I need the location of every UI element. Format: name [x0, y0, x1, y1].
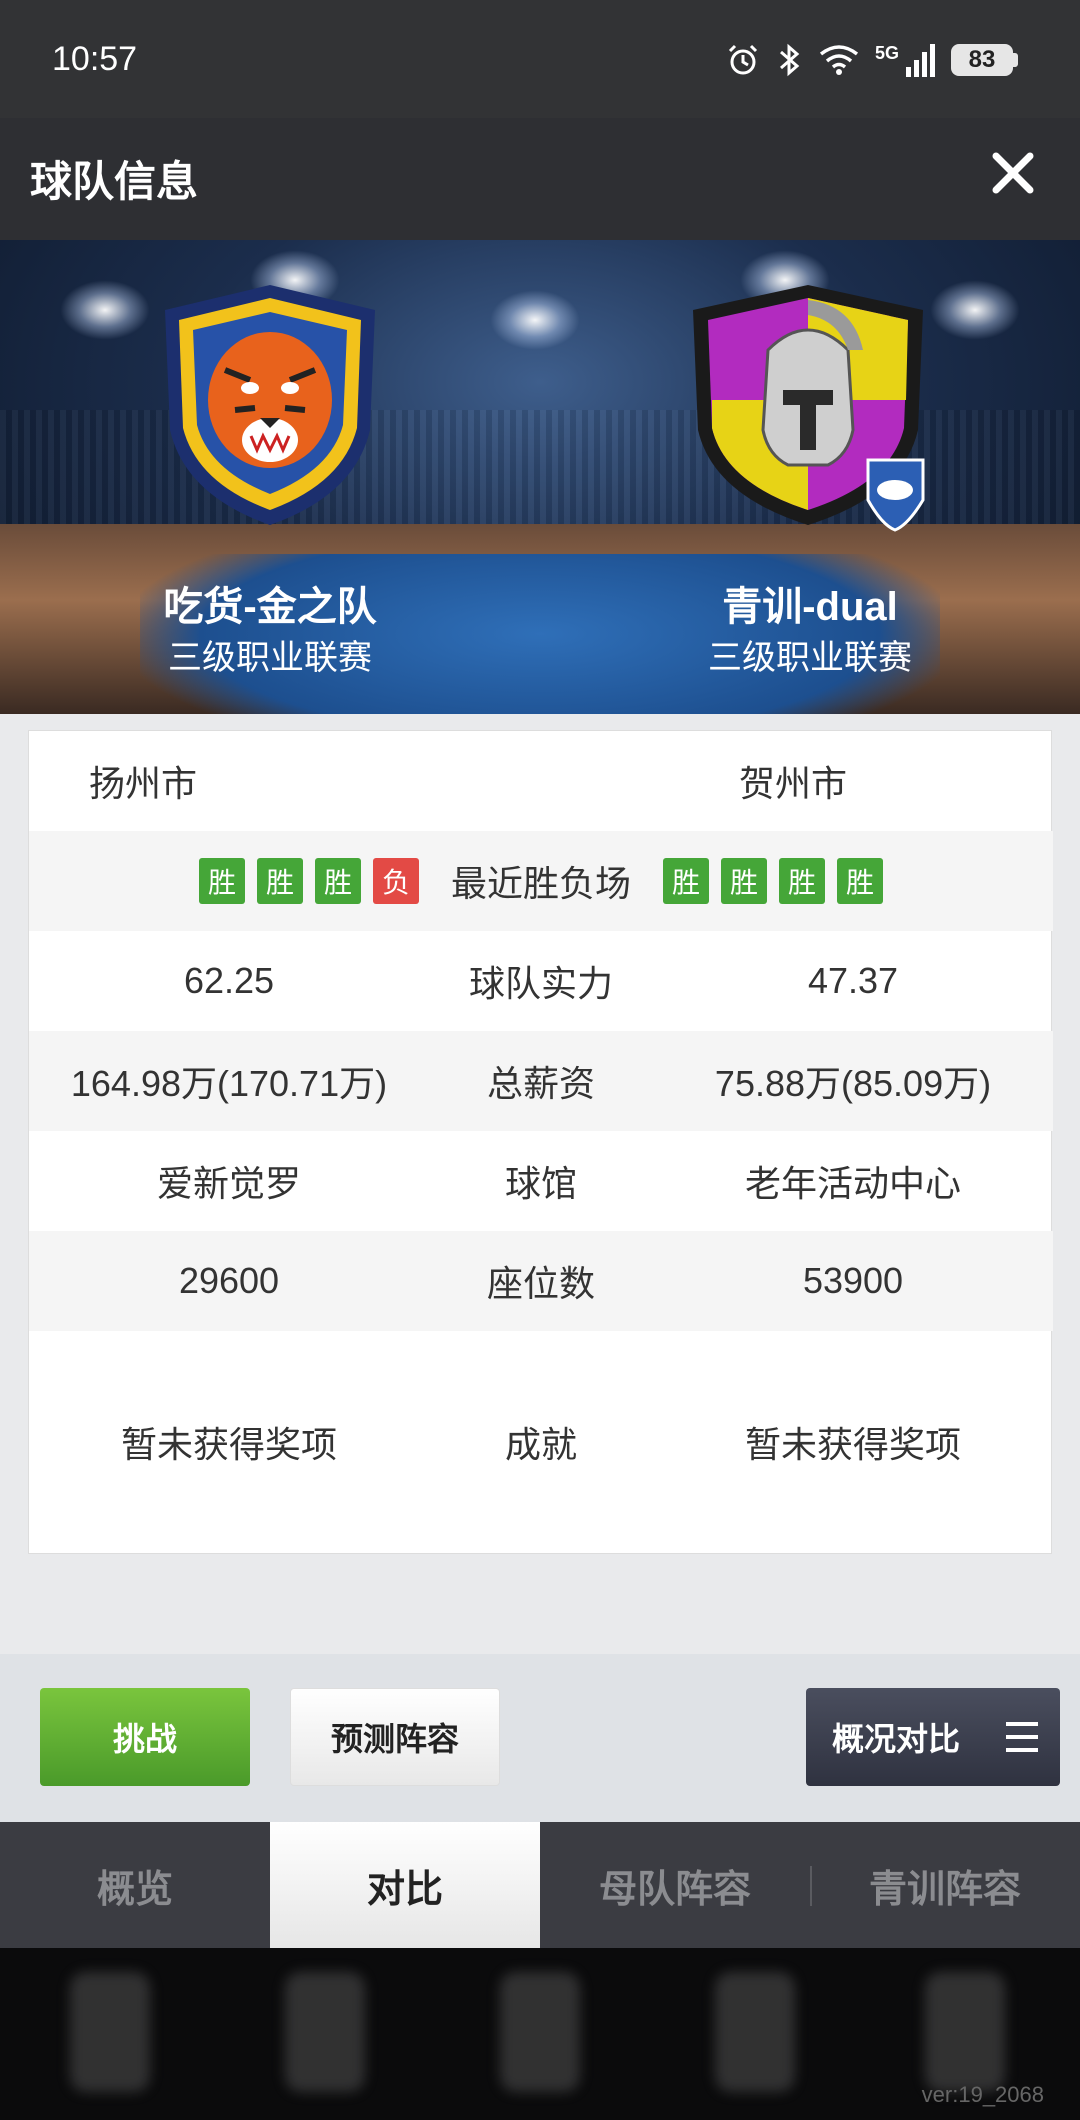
result-badge: 胜 [779, 858, 825, 904]
signal-icon [906, 44, 935, 77]
nav-item-blurred[interactable] [925, 1972, 1005, 2092]
overview-compare-button[interactable]: 概况对比 [806, 1688, 1060, 1786]
right-recent-results: 胜 胜 胜 胜 [653, 858, 1053, 904]
seats-row: 29600 座位数 53900 [29, 1231, 1053, 1331]
left-team-name: 吃货-金之队 [163, 585, 377, 629]
strength-label: 球队实力 [468, 963, 613, 1004]
strength-row: 62.25 球队实力 47.37 [29, 931, 1053, 1031]
left-achievements: 暂未获得奖项 [120, 1424, 337, 1465]
left-arena: 爱新觉罗 [156, 1163, 301, 1204]
seats-label: 座位数 [486, 1263, 595, 1304]
team-comparison-card: 扬州市 贺州市 胜 胜 胜 负 最近胜负场 胜 胜 胜 胜 62.25 球队实力… [28, 730, 1053, 1554]
close-icon[interactable] [982, 142, 1044, 204]
alarm-icon [728, 44, 758, 75]
result-badge: 胜 [315, 858, 361, 904]
challenge-button[interactable]: 挑战 [40, 1688, 250, 1786]
status-icons: 5G 83 [725, 42, 1018, 78]
battery-icon: 83 [951, 44, 1018, 76]
right-salary: 75.88万(85.09万) [714, 1063, 992, 1104]
recent-results-row: 胜 胜 胜 负 最近胜负场 胜 胜 胜 胜 [29, 831, 1053, 931]
right-city: 贺州市 [739, 763, 848, 804]
result-badge: 胜 [721, 858, 767, 904]
tab-parent-roster[interactable]: 母队阵容 [540, 1822, 810, 1948]
page-title: 球队信息 [30, 158, 199, 205]
status-bar: 10:57 5G 83 [0, 0, 1080, 118]
version-label: ver:19_2068 [921, 2082, 1044, 2107]
result-badge: 胜 [837, 858, 883, 904]
result-badge: 胜 [199, 858, 245, 904]
right-strength: 47.37 [807, 960, 899, 1001]
nav-item-blurred[interactable] [285, 1972, 365, 2092]
right-team-name: 青训-dual [722, 585, 898, 629]
nav-item-blurred[interactable] [70, 1972, 150, 2092]
team-hero-banner: 吃货-金之队 三级职业联赛 青训-dual 三级职业联赛 [0, 240, 1080, 714]
status-time: 10:57 [52, 40, 138, 78]
battery-level: 83 [951, 44, 1013, 76]
app-header: 球队信息 [0, 118, 1080, 240]
achievements-label: 成就 [504, 1424, 577, 1465]
overview-compare-label: 概况对比 [832, 1721, 961, 1757]
spartan-crest-icon [693, 285, 925, 532]
salary-row: 164.98万(170.71万) 总薪资 75.88万(85.09万) [29, 1031, 1053, 1131]
salary-label: 总薪资 [486, 1063, 595, 1104]
right-achievements: 暂未获得奖项 [744, 1424, 961, 1465]
arena-row: 爱新觉罗 球馆 老年活动中心 [29, 1131, 1053, 1231]
result-badge: 胜 [663, 858, 709, 904]
arena-label: 球馆 [504, 1163, 577, 1204]
network-type: 5G [874, 43, 899, 63]
nav-item-blurred[interactable] [715, 1972, 795, 2092]
tab-bar: 概览 对比 母队阵容 青训阵容 [0, 1822, 1080, 1948]
tab-youth-roster-label: 青训阵容 [868, 1868, 1021, 1911]
left-strength: 62.25 [183, 960, 275, 1001]
wifi-icon [819, 45, 859, 75]
result-badge: 负 [373, 858, 419, 904]
bluetooth-icon [779, 43, 800, 77]
tab-compare[interactable]: 对比 [270, 1822, 540, 1948]
bottom-navigation: ver:19_2068 [0, 1948, 1080, 2120]
left-salary: 164.98万(170.71万) [70, 1063, 388, 1104]
predict-lineup-button[interactable]: 预测阵容 [290, 1688, 500, 1786]
tab-overview[interactable]: 概览 [0, 1822, 270, 1948]
right-arena: 老年活动中心 [744, 1163, 961, 1204]
tiger-crest-icon [165, 285, 375, 525]
tab-youth-roster[interactable]: 青训阵容 [810, 1822, 1080, 1948]
left-seats: 29600 [178, 1260, 280, 1301]
recent-results-label: 最近胜负场 [450, 863, 631, 904]
menu-icon [1006, 1722, 1038, 1752]
right-seats: 53900 [802, 1260, 904, 1301]
left-recent-results: 胜 胜 胜 负 [29, 858, 429, 904]
right-team-league: 三级职业联赛 [708, 639, 912, 677]
result-badge: 胜 [257, 858, 303, 904]
left-team-league: 三级职业联赛 [168, 639, 372, 677]
nav-item-blurred[interactable] [500, 1972, 580, 2092]
city-row: 扬州市 贺州市 [29, 731, 1053, 831]
left-city: 扬州市 [89, 763, 198, 804]
achievements-row: 暂未获得奖项 成就 暂未获得奖项 [29, 1331, 1053, 1553]
action-bar: 挑战 预测阵容 概况对比 [0, 1654, 1080, 1822]
